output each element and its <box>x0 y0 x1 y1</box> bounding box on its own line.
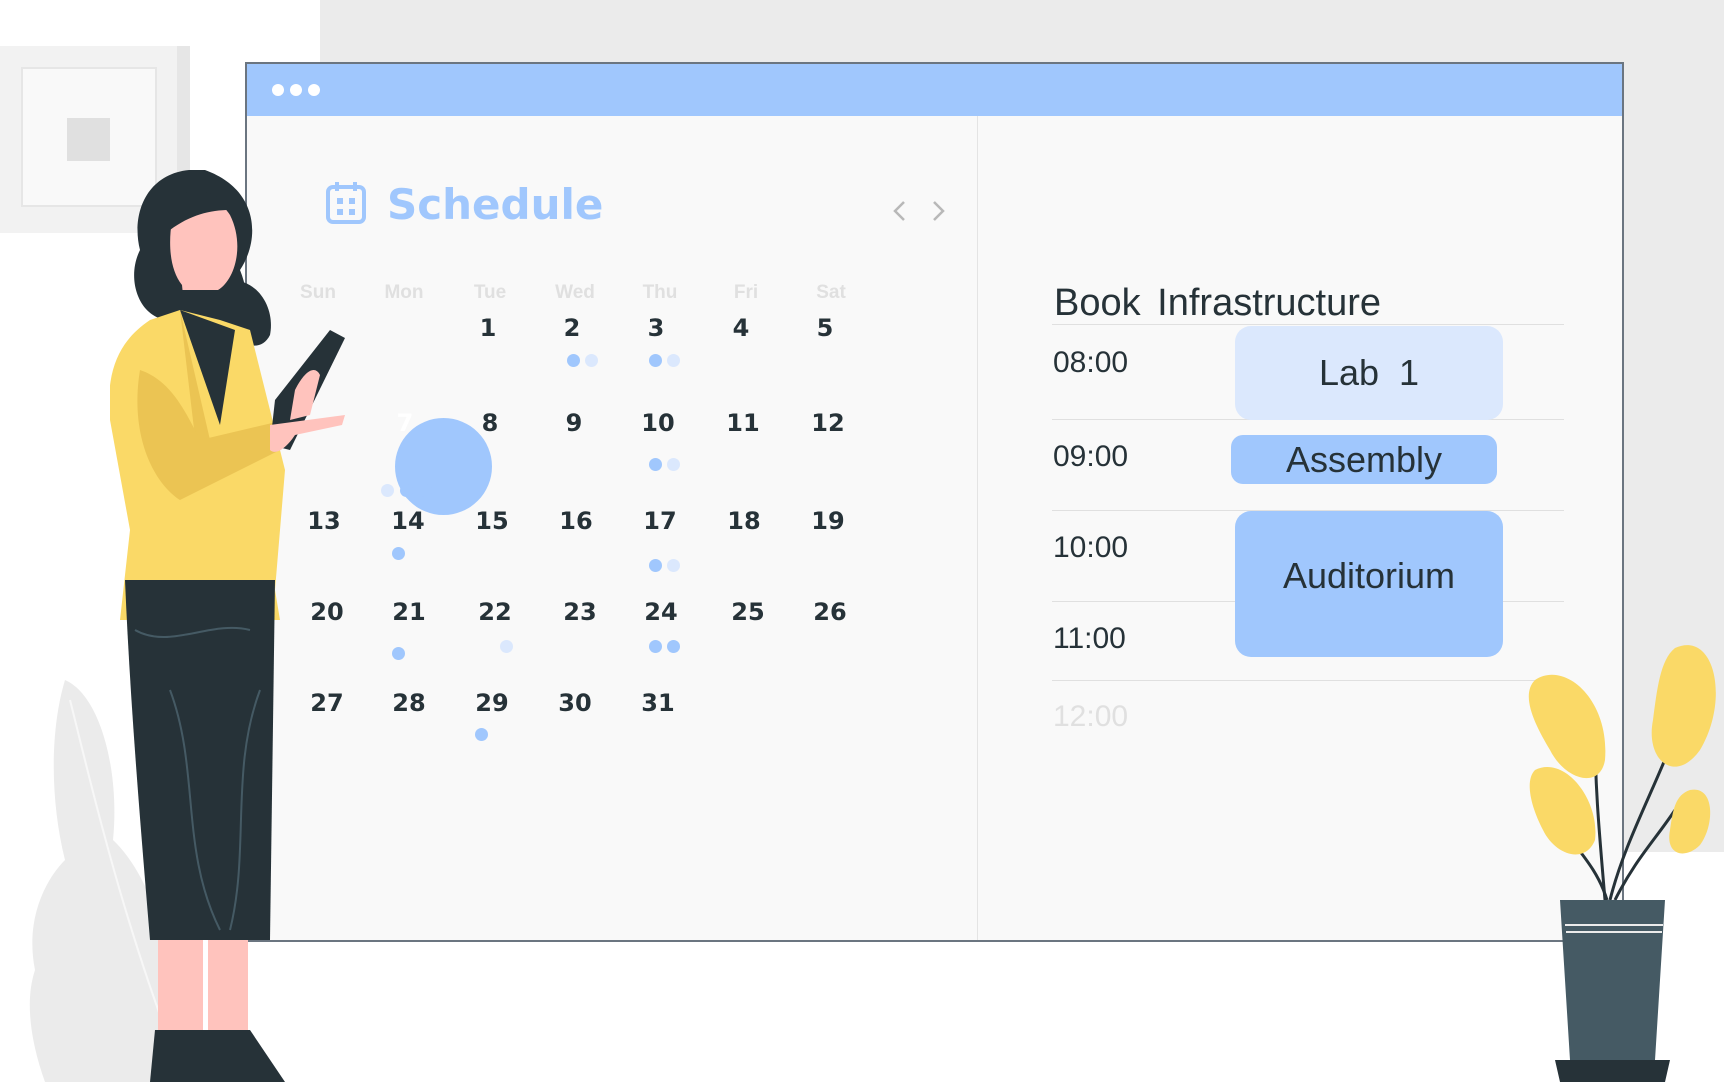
slot-label: Auditorium <box>1282 555 1456 596</box>
calendar-day[interactable]: 30 <box>535 689 615 717</box>
window-dot <box>290 84 302 96</box>
calendar-day[interactable]: 23 <box>540 598 620 626</box>
potted-plant-illustration <box>1528 645 1716 1082</box>
time-label: 12:00 <box>1053 700 1129 733</box>
calendar-day[interactable]: 31 <box>618 689 698 717</box>
time-divider <box>1052 680 1564 681</box>
calendar-day[interactable]: 15 <box>452 507 532 535</box>
weekday-label: Tue <box>473 282 507 303</box>
event-indicator-dot <box>475 728 488 741</box>
calendar-day[interactable]: 26 <box>790 598 870 626</box>
event-indicator-dot <box>585 354 598 367</box>
calendar-day[interactable]: 22 <box>455 598 535 626</box>
event-indicator-dot <box>667 354 680 367</box>
calendar-day[interactable]: 10 <box>618 409 698 437</box>
weekday-label: Sat <box>816 282 846 303</box>
calendar-day[interactable]: 25 <box>708 598 788 626</box>
weekday-label: Fri <box>733 282 759 303</box>
weekday-label: Thu <box>642 282 678 303</box>
event-indicator-dot <box>500 640 513 653</box>
slot-label: Lab 1 <box>1318 352 1420 393</box>
time-label: 10:00 <box>1053 531 1129 564</box>
calendar-day[interactable]: 2 <box>532 314 612 342</box>
calendar-day[interactable]: 12 <box>788 409 868 437</box>
booking-title: Book Infrastructure <box>1054 282 1382 324</box>
time-label: 09:00 <box>1053 440 1129 473</box>
time-label: 08:00 <box>1053 346 1129 379</box>
slot-auditorium[interactable]: Auditorium <box>1235 511 1503 657</box>
slot-lab-1[interactable]: Lab 1 <box>1235 326 1503 420</box>
window-dot <box>308 84 320 96</box>
weekday-label: Wed <box>555 282 595 303</box>
calendar-day[interactable]: 11 <box>703 409 783 437</box>
calendar-day[interactable]: 16 <box>536 507 616 535</box>
calendar-day[interactable]: 8 <box>450 409 530 437</box>
calendar-day[interactable]: 19 <box>788 507 868 535</box>
calendar-day[interactable]: 18 <box>704 507 784 535</box>
panel-divider <box>977 116 978 940</box>
schedule-window: Schedule Sun Mon Tue Wed Thu Fri Sat 123457891… <box>245 62 1624 942</box>
event-indicator-dot <box>667 640 680 653</box>
event-indicator-dot <box>649 458 662 471</box>
calendar-day[interactable]: 29 <box>452 689 532 717</box>
event-indicator-dot <box>649 559 662 572</box>
event-indicator-dot <box>667 458 680 471</box>
chevron-right-icon[interactable] <box>928 198 948 224</box>
event-indicator-dot <box>649 354 662 367</box>
calendar-day[interactable]: 24 <box>621 598 701 626</box>
calendar-day[interactable]: 1 <box>448 314 528 342</box>
calendar-day[interactable]: 9 <box>534 409 614 437</box>
window-dot <box>272 84 284 96</box>
time-divider <box>1052 324 1564 325</box>
calendar-day[interactable]: 17 <box>620 507 700 535</box>
slot-assembly[interactable]: Assembly <box>1231 435 1497 484</box>
chevron-left-icon[interactable] <box>890 198 910 224</box>
calendar-day[interactable]: 5 <box>785 314 865 342</box>
slot-label: Assembly <box>1285 438 1443 480</box>
event-indicator-dot <box>567 354 580 367</box>
window-titlebar <box>247 64 1622 116</box>
calendar-day[interactable]: 4 <box>701 314 781 342</box>
event-indicator-dot <box>667 559 680 572</box>
event-indicator-dot <box>649 640 662 653</box>
calendar-day[interactable]: 3 <box>616 314 696 342</box>
woman-illustration <box>110 170 345 1082</box>
time-label: 11:00 <box>1053 622 1126 655</box>
